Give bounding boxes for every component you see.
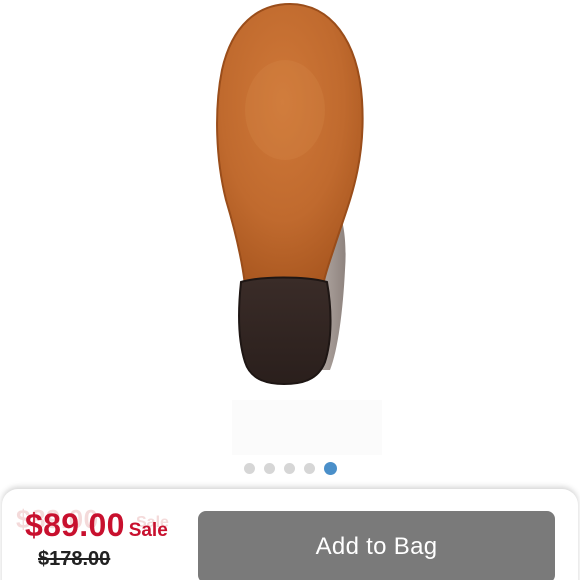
image-shadow (232, 400, 382, 455)
product-image[interactable] (0, 0, 580, 455)
carousel-dot-5-active[interactable] (323, 461, 337, 475)
price-block: $89.00 Sale $178.00 (25, 507, 195, 571)
sale-price: $89.00 (25, 507, 125, 543)
sale-label: Sale (128, 520, 168, 541)
carousel-dot-4[interactable] (303, 462, 315, 474)
original-price: $178.00 (38, 548, 111, 570)
product-page: $89.00 Sale $89.00 Sale $178.00 Add to Ba… (0, 0, 580, 580)
add-to-bag-button[interactable]: Add to Bag (198, 511, 555, 580)
carousel-indicator (0, 461, 580, 475)
carousel-dot-2[interactable] (263, 462, 275, 474)
shoe-heel (238, 276, 332, 386)
sole-highlight (245, 60, 325, 160)
carousel-dot-3[interactable] (283, 462, 295, 474)
carousel-dot-1[interactable] (243, 462, 255, 474)
